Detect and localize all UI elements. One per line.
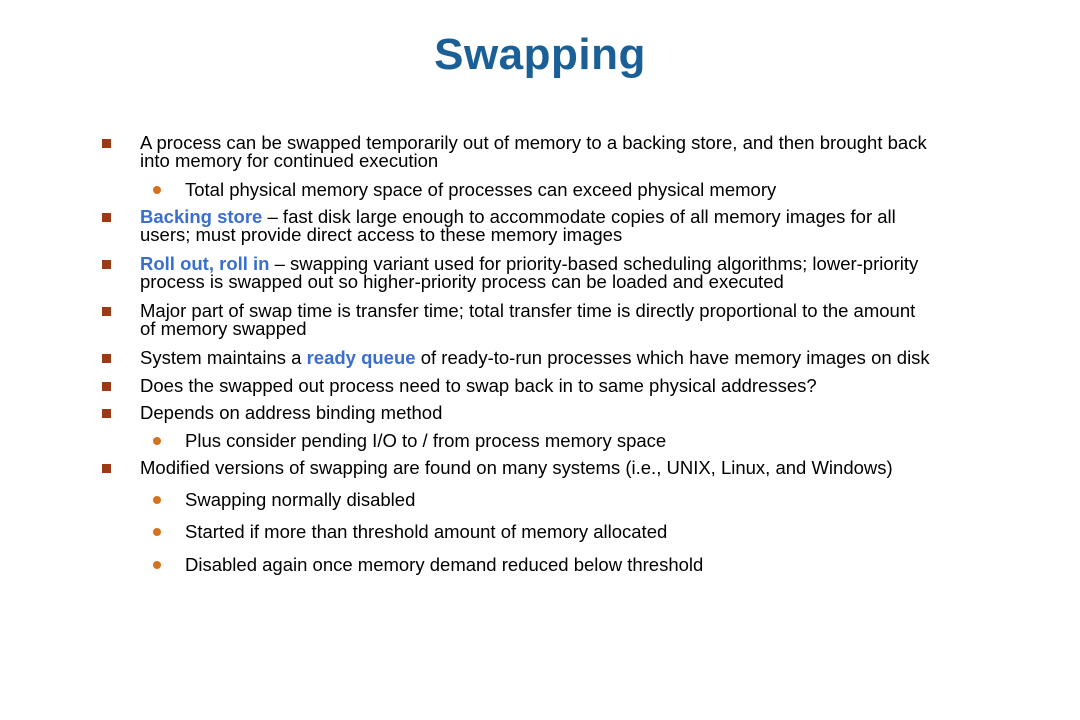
square-bullet-icon xyxy=(102,354,111,363)
sub-bullet-text: Total physical memory space of processes… xyxy=(185,179,777,200)
round-bullet-icon xyxy=(153,496,161,504)
square-bullet-icon xyxy=(102,409,111,418)
bullet-text: Modified versions of swapping are found … xyxy=(140,457,893,478)
bullet-text: System maintains a ready queue of ready-… xyxy=(140,347,930,368)
square-bullet-icon xyxy=(102,139,111,148)
bullet-text: Depends on address binding method xyxy=(140,402,443,423)
sub-bullet-text: Started if more than threshold amount of… xyxy=(185,521,668,542)
square-bullet-icon xyxy=(102,260,111,269)
square-bullet-icon xyxy=(102,307,111,316)
sub-bullet-text: Swapping normally disabled xyxy=(185,489,416,510)
sub-bullet-text: Disabled again once memory demand reduce… xyxy=(185,554,704,575)
square-bullet-icon xyxy=(102,382,111,391)
square-bullet-icon xyxy=(102,464,111,473)
bullet-text: Major part of swap time is transfer time… xyxy=(140,300,916,339)
round-bullet-icon xyxy=(153,561,161,569)
square-bullet-icon xyxy=(102,213,111,222)
term-ready-queue: ready queue xyxy=(306,347,416,368)
slide-title: Swapping xyxy=(434,30,646,79)
round-bullet-icon xyxy=(153,186,161,194)
round-bullet-icon xyxy=(153,528,161,536)
bullet-text: A process can be swapped temporarily out… xyxy=(140,132,927,171)
bullet-text: Roll out, roll in – swapping variant use… xyxy=(140,253,919,292)
sub-bullet-text: Plus consider pending I/O to / from proc… xyxy=(185,430,667,451)
bullet-text: Backing store – fast disk large enough t… xyxy=(140,206,896,245)
round-bullet-icon xyxy=(153,437,161,445)
bullet-text: Does the swapped out process need to swa… xyxy=(140,375,817,396)
